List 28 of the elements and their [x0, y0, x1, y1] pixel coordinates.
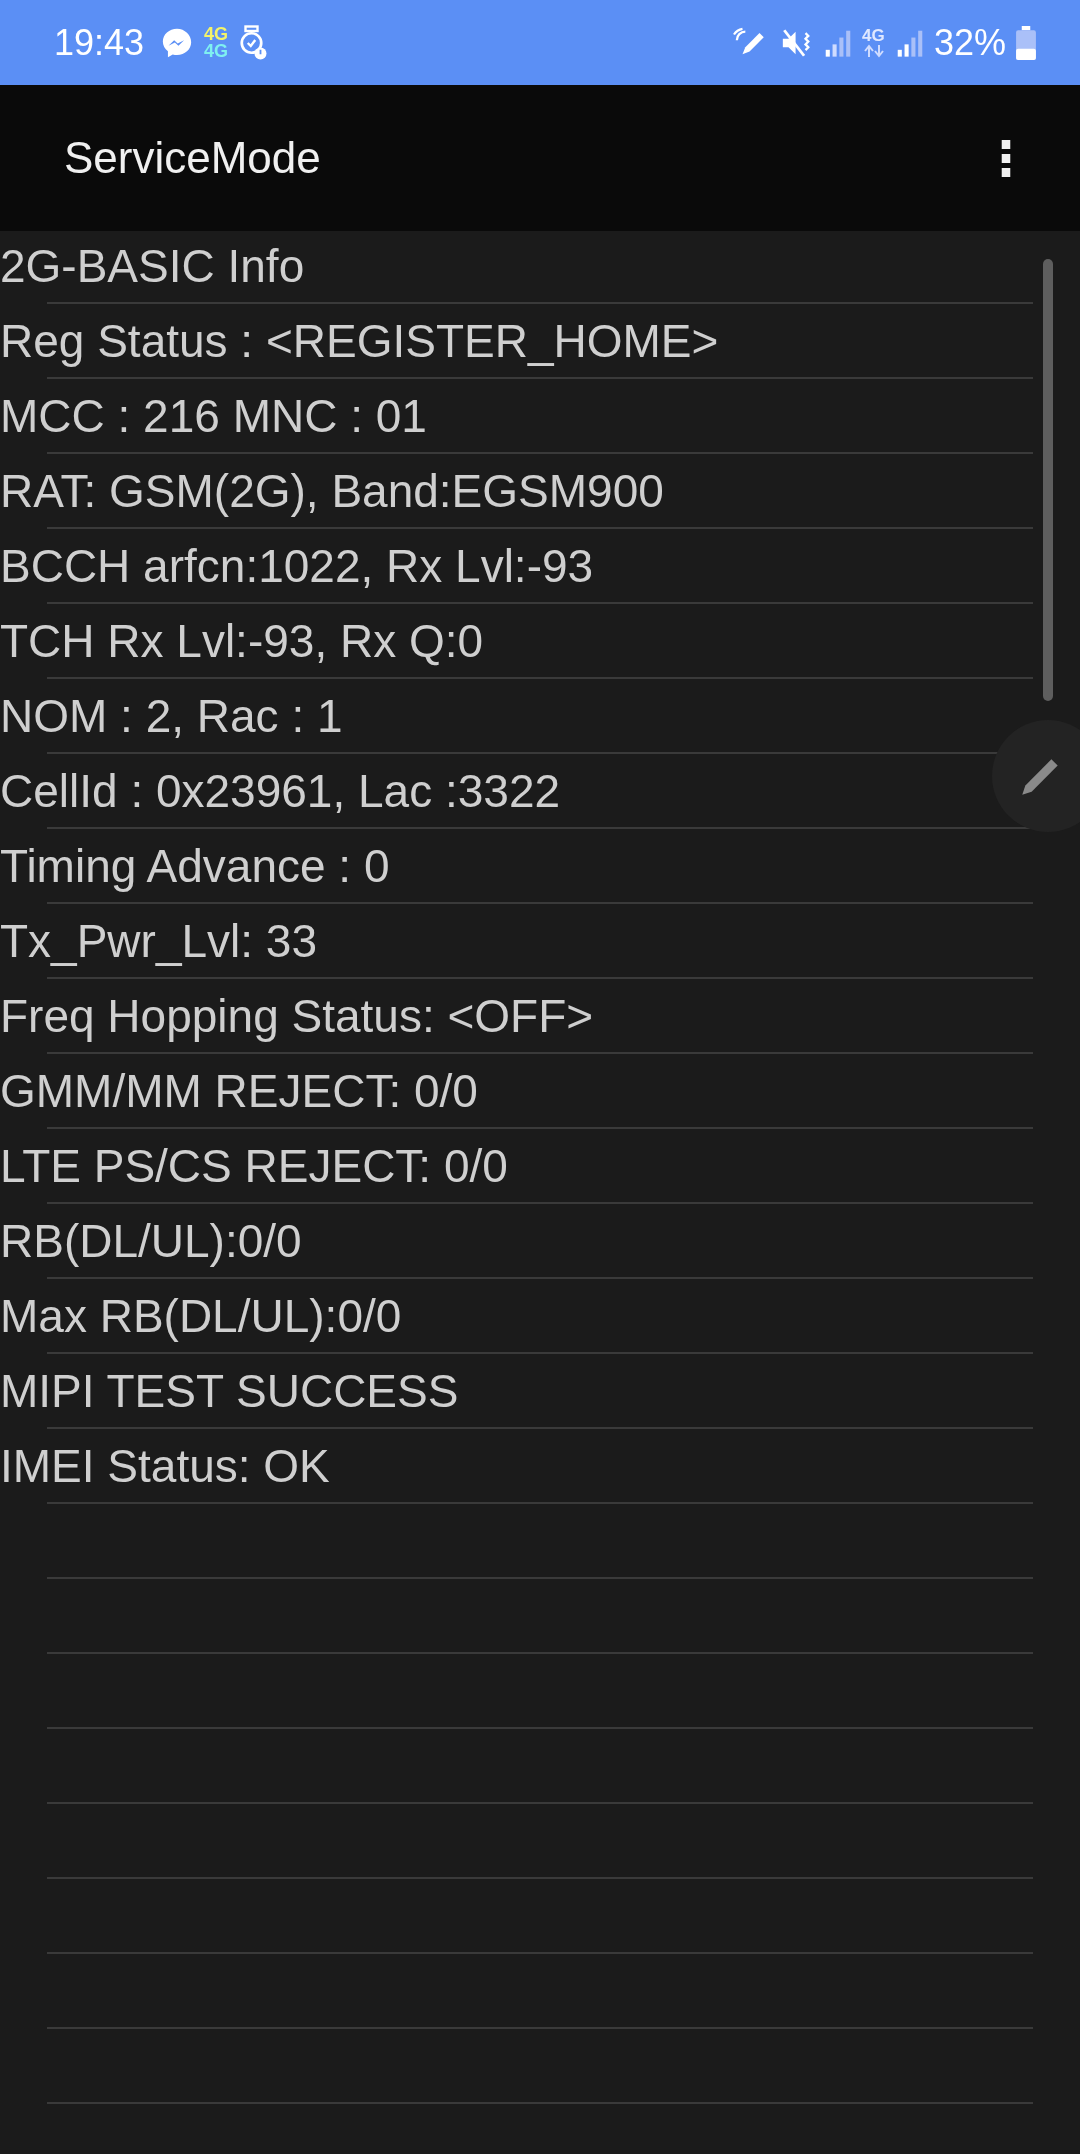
- clock-time: 19:43: [54, 21, 145, 64]
- info-line: Freq Hopping Status: <OFF>: [0, 988, 594, 1043]
- info-line: RAT: GSM(2G), Band:EGSM900: [0, 463, 664, 518]
- info-line: CellId : 0x23961, Lac :3322: [0, 763, 561, 818]
- data-arrows-icon: [861, 44, 886, 58]
- info-line: GMM/MM REJECT: 0/0: [0, 1063, 478, 1118]
- battery-percent: 32%: [933, 21, 1006, 64]
- info-line: MCC : 216 MNC : 01: [0, 388, 427, 443]
- info-line: Max RB(DL/UL):0/0: [0, 1288, 402, 1343]
- watch-alert-icon: [238, 24, 269, 61]
- scrollbar-thumb[interactable]: [1043, 259, 1053, 701]
- info-line: Tx_Pwr_Lvl: 33: [0, 913, 317, 968]
- data-network-label: 4G: [861, 27, 886, 44]
- app-title: ServiceMode: [64, 133, 321, 183]
- info-line: MIPI TEST SUCCESS: [0, 1363, 459, 1418]
- info-line: Reg Status : <REGISTER_HOME>: [0, 313, 719, 368]
- info-line: Timing Advance : 0: [0, 838, 390, 893]
- info-line: NOM : 2, Rac : 1: [0, 688, 343, 743]
- battery-icon: [1016, 25, 1036, 60]
- info-line: TCH Rx Lvl:-93, Rx Q:0: [0, 613, 484, 668]
- info-line: 2G-BASIC Info: [0, 238, 305, 293]
- network-label: 4G: [204, 42, 229, 60]
- info-line: BCCH arfcn:1022, Rx Lvl:-93: [0, 538, 594, 593]
- network-label: 4G: [204, 25, 229, 43]
- overflow-menu-button[interactable]: ⋮: [972, 130, 1040, 186]
- info-line: IMEI Status: OK: [0, 1438, 330, 1493]
- info-line: LTE PS/CS REJECT: 0/0: [0, 1138, 508, 1193]
- info-line: RB(DL/UL):0/0: [0, 1213, 302, 1268]
